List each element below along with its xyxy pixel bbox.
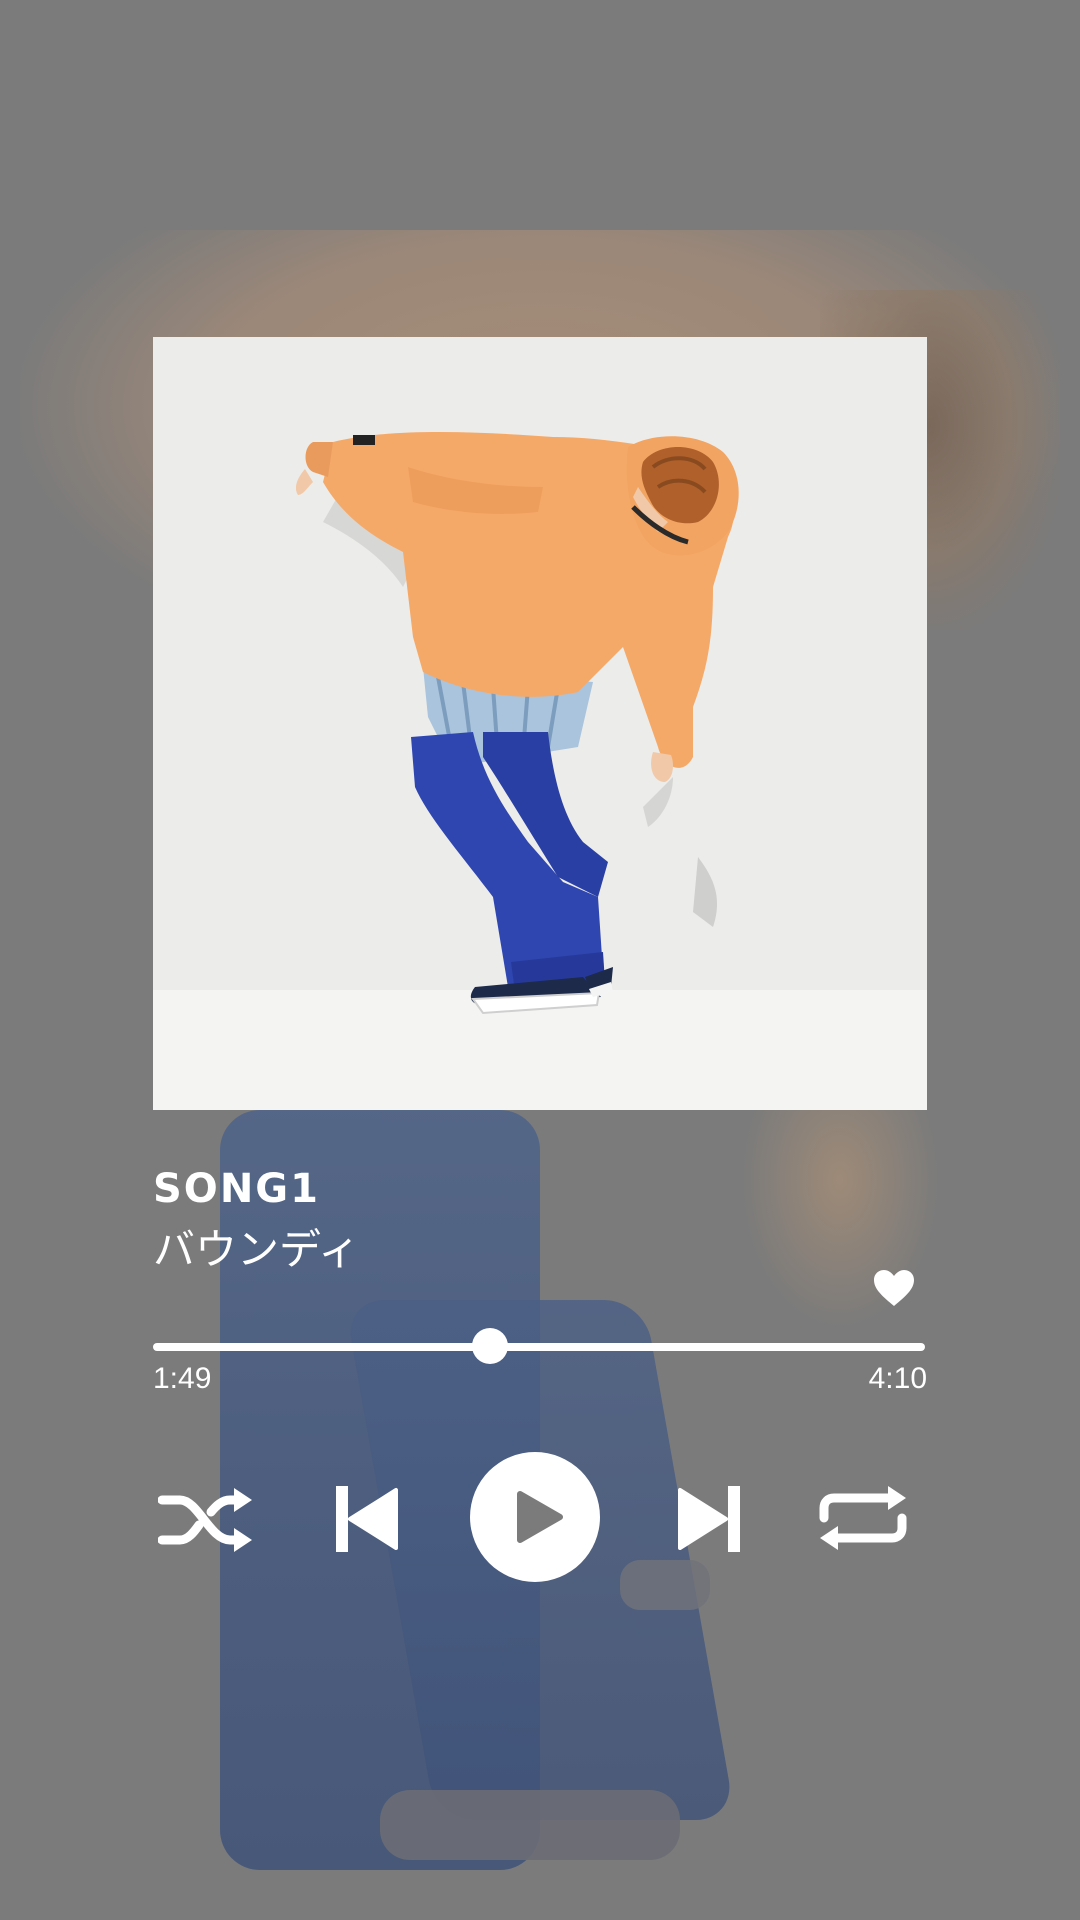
skip-next-icon [678,1486,740,1552]
track-artist: バウンディ [153,1225,361,1274]
track-title: SONG1 [153,1166,320,1212]
shuffle-button[interactable] [157,1482,254,1558]
next-track-button[interactable] [678,1486,740,1552]
previous-track-button[interactable] [336,1486,398,1552]
play-button[interactable] [470,1452,600,1582]
album-cover-illustration [295,432,739,1015]
play-icon [517,1491,563,1543]
progress-slider[interactable] [153,1328,925,1364]
skip-previous-icon [336,1486,398,1552]
album-cover [153,337,927,1110]
shuffle-icon [157,1488,252,1552]
background-shoe-blur-2 [620,1560,710,1610]
progress-knob[interactable] [471,1328,508,1364]
heart-icon [874,1270,914,1306]
progress-track[interactable] [153,1343,925,1351]
total-duration: 4:10 [868,1362,927,1395]
music-player-screen: SONG1 バウンディ 1:49 4:10 [0,0,1080,1920]
repeat-icon [819,1486,907,1550]
like-button[interactable] [872,1268,916,1308]
repeat-button[interactable] [816,1482,910,1554]
elapsed-time: 1:49 [153,1362,212,1395]
background-shoe-blur [380,1790,680,1860]
